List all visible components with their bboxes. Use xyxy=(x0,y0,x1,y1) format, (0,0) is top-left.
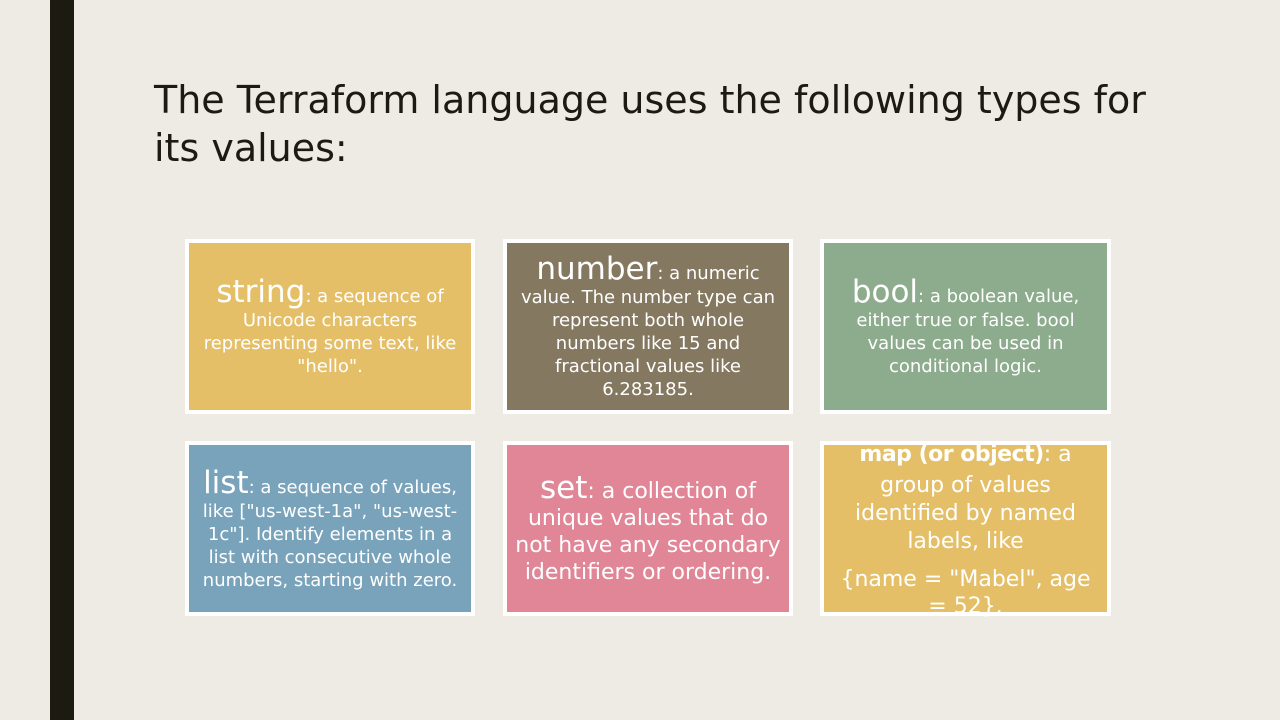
card-list-text: list: a sequence of values, like ["us-we… xyxy=(195,466,465,592)
card-bool-text: bool: a boolean value, either true or fa… xyxy=(830,275,1101,378)
card-bool-term: bool xyxy=(851,274,919,310)
card-number-text: number: a numeric value. The number type… xyxy=(513,252,783,401)
card-list-term: list xyxy=(203,464,249,501)
card-set-term: set xyxy=(539,470,588,506)
card-map-term: map (or object) xyxy=(859,441,1044,467)
card-number-term: number xyxy=(536,251,658,287)
card-string: string: a sequence of Unicode characters… xyxy=(185,239,475,414)
card-map-example: {name = "Mabel", age = 52}. xyxy=(840,566,1091,619)
slide-title: The Terraform language uses the followin… xyxy=(154,78,1146,170)
card-map-text: map (or object): a group of values ident… xyxy=(830,438,1101,556)
card-set-text: set: a collection of unique values that … xyxy=(513,471,783,586)
card-string-text: string: a sequence of Unicode characters… xyxy=(195,275,465,378)
card-string-term: string xyxy=(216,274,306,310)
card-set: set: a collection of unique values that … xyxy=(503,441,793,616)
card-bool: bool: a boolean value, either true or fa… xyxy=(820,239,1111,414)
accent-bar xyxy=(50,0,74,720)
card-map: map (or object): a group of values ident… xyxy=(820,438,1111,619)
card-list: list: a sequence of values, like ["us-we… xyxy=(185,441,475,616)
card-number: number: a numeric value. The number type… xyxy=(503,239,793,414)
